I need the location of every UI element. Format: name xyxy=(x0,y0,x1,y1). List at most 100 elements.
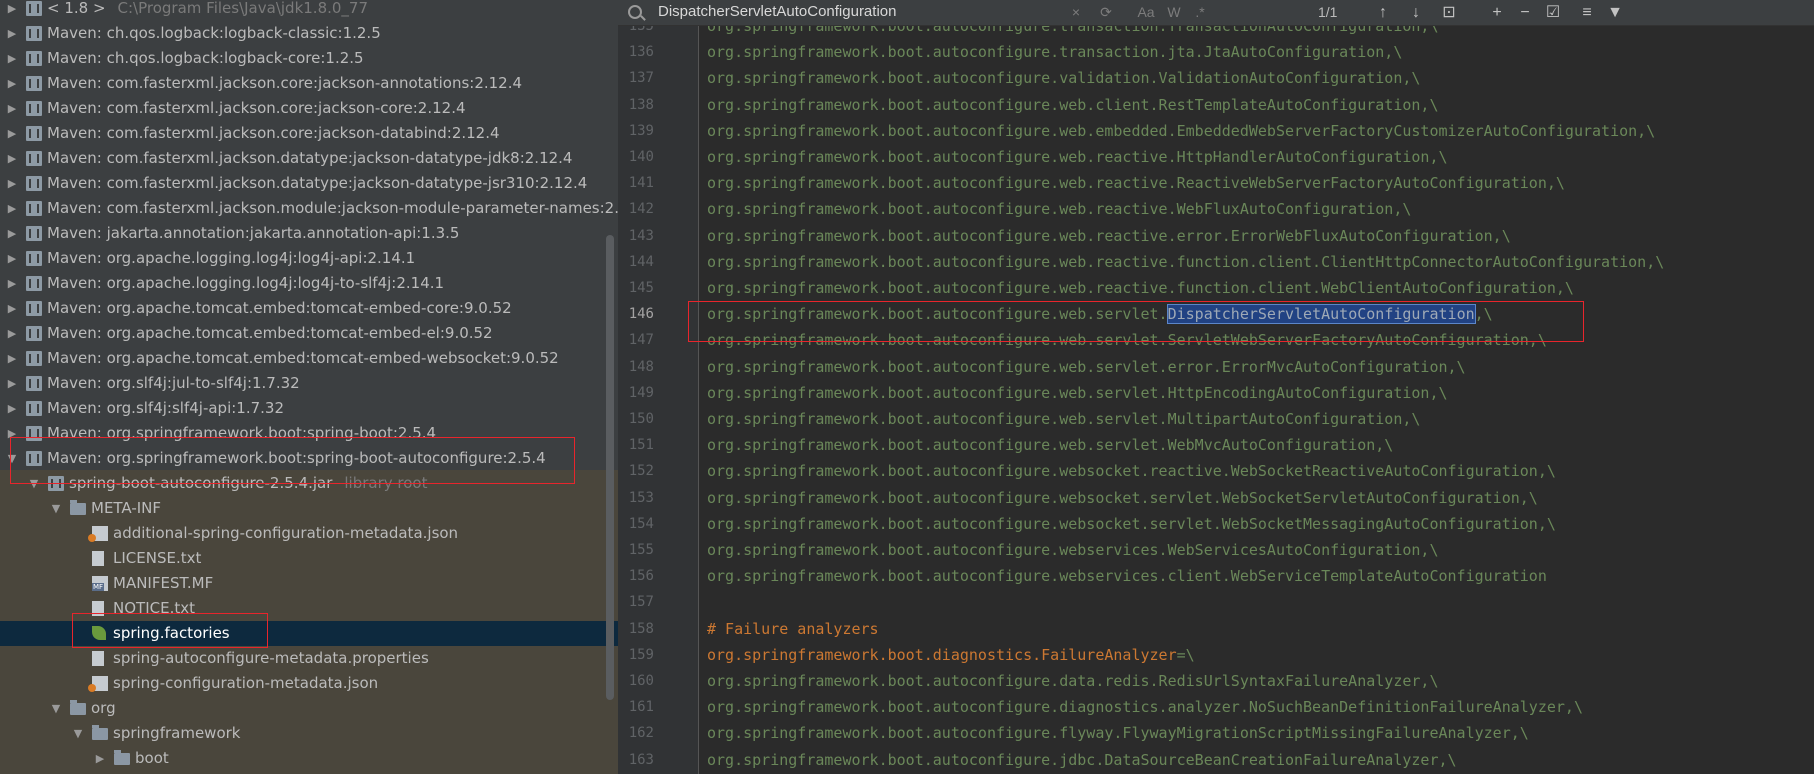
tree-row[interactable]: ▶ < 1.8 > C:\Program Files\Java\jdk1.8.0_7… xyxy=(0,0,618,21)
annotation-box-dispatcher-line xyxy=(688,301,1584,342)
library-icon xyxy=(26,151,42,166)
expand-arrow-right-icon[interactable]: ▶ xyxy=(6,321,18,346)
code-line[interactable]: org.springframework.boot.autoconfigure.f… xyxy=(707,720,1529,746)
expand-arrow-right-icon[interactable]: ▶ xyxy=(6,171,18,196)
tree-row[interactable]: ▼ META-INF xyxy=(0,496,618,521)
code-line[interactable]: org.springframework.boot.autoconfigure.w… xyxy=(707,354,1466,380)
code-line[interactable]: org.springframework.boot.autoconfigure.j… xyxy=(707,747,1457,773)
code-line[interactable]: org.springframework.boot.autoconfigure.w… xyxy=(707,275,1574,301)
expand-arrow-right-icon[interactable]: ▶ xyxy=(6,271,18,296)
expand-arrow-right-icon[interactable]: ▶ xyxy=(6,96,18,121)
code-line[interactable]: org.springframework.boot.autoconfigure.d… xyxy=(707,668,1439,694)
tree-row[interactable]: ▶ Maven: com.fasterxml.jackson.core:jacks… xyxy=(0,121,618,146)
prev-occurrence-icon[interactable]: ↑ xyxy=(1372,0,1394,25)
tree-row[interactable]: ▶ Maven: org.apache.tomcat.embed:tomcat-e… xyxy=(0,346,618,371)
tree-scrollbar[interactable] xyxy=(606,235,614,700)
tree-row[interactable]: ▶ Maven: jakarta.annotation:jakarta.annot… xyxy=(0,221,618,246)
tree-row-label: Maven: com.fasterxml.jackson.module:jack… xyxy=(47,196,618,221)
code-editor[interactable]: 135 136 137 138 139 140 141 142 143 144 145 146 147 1… xyxy=(618,0,1814,774)
add-occurrence-icon[interactable]: + xyxy=(1486,0,1508,25)
code-line[interactable]: org.springframework.boot.autoconfigure.w… xyxy=(707,406,1420,432)
expand-arrow-right-icon[interactable]: ▶ xyxy=(6,396,18,421)
regex-history-icon[interactable]: ⟳ xyxy=(1095,0,1117,25)
tree-row[interactable]: ▼ springframework xyxy=(0,721,618,746)
remove-occurrence-icon[interactable]: − xyxy=(1514,0,1536,25)
tree-row[interactable]: ▶ Maven: org.slf4j:slf4j-api:1.7.32 xyxy=(0,396,618,421)
words-icon[interactable]: W xyxy=(1163,0,1185,25)
code-line[interactable]: org.springframework.boot.diagnostics.Fai… xyxy=(707,642,1195,668)
code-line[interactable]: org.springframework.boot.autoconfigure.w… xyxy=(707,511,1556,537)
code-line[interactable]: org.springframework.boot.autoconfigure.v… xyxy=(707,65,1420,91)
expand-arrow-right-icon[interactable]: ▶ xyxy=(6,371,18,396)
expand-arrow-right-icon[interactable]: ▶ xyxy=(6,71,18,96)
expand-arrow-right-icon[interactable]: ▶ xyxy=(6,221,18,246)
code-line[interactable]: org.springframework.boot.autoconfigure.w… xyxy=(707,144,1448,170)
expand-arrow-right-icon[interactable]: ▶ xyxy=(6,121,18,146)
search-icon[interactable] xyxy=(628,5,642,19)
tree-row[interactable]: ▶ Maven: org.apache.logging.log4j:log4j-t… xyxy=(0,271,618,296)
code-line[interactable]: org.springframework.boot.autoconfigure.w… xyxy=(707,92,1439,118)
tree-row-text: Maven: com.fasterxml.jackson.core:jackso… xyxy=(47,99,466,117)
code-line[interactable]: org.springframework.boot.autoconfigure.w… xyxy=(707,223,1511,249)
manifest-file-icon xyxy=(92,576,108,591)
line-number: 160 xyxy=(628,673,654,689)
regex-icon[interactable]: .* xyxy=(1189,0,1211,25)
tree-row[interactable]: ▶ Maven: org.slf4j:jul-to-slf4j:1.7.32 xyxy=(0,371,618,396)
clear-icon[interactable]: × xyxy=(1065,0,1087,25)
code-line[interactable]: org.springframework.boot.autoconfigure.w… xyxy=(707,485,1538,511)
code-line[interactable]: org.springframework.boot.autoconfigure.w… xyxy=(707,432,1393,458)
expand-arrow-right-icon[interactable]: ▶ xyxy=(6,0,18,21)
expand-arrow-right-icon[interactable]: ▶ xyxy=(6,46,18,71)
tree-row[interactable]: ▶ boot xyxy=(0,746,618,771)
code-line[interactable]: org.springframework.boot.autoconfigure.d… xyxy=(707,694,1583,720)
tree-row[interactable]: ▶ Maven: com.fasterxml.jackson.core:jacks… xyxy=(0,96,618,121)
expand-arrow-down-icon[interactable]: ▼ xyxy=(72,721,84,746)
tree-row[interactable]: ▶ Maven: ch.qos.logback:logback-classic:1… xyxy=(0,21,618,46)
expand-arrow-down-icon[interactable]: ▼ xyxy=(50,496,62,521)
tree-row-text: Maven: com.fasterxml.jackson.core:jackso… xyxy=(47,124,500,142)
toggle-selection-icon[interactable]: ☑ xyxy=(1542,0,1564,25)
match-case-icon[interactable]: Aa xyxy=(1133,0,1159,25)
tree-row[interactable]: ▶ Maven: com.fasterxml.jackson.module:jac… xyxy=(0,196,618,221)
code-line[interactable]: org.springframework.boot.autoconfigure.w… xyxy=(707,170,1565,196)
code-line[interactable]: org.springframework.boot.autoconfigure.w… xyxy=(707,196,1411,222)
tree-row[interactable]: additional-spring-configuration-metadata… xyxy=(0,521,618,546)
tree-row-label: Maven: com.fasterxml.jackson.datatype:ja… xyxy=(47,146,572,171)
code-line[interactable]: # Failure analyzers xyxy=(707,616,879,642)
code-line[interactable]: org.springframework.boot.autoconfigure.t… xyxy=(707,39,1402,65)
line-number: 144 xyxy=(628,253,654,270)
property-value: org.springframework.boot.autoconfigure.w… xyxy=(707,357,1466,376)
tree-row[interactable]: ▶ Maven: com.fasterxml.jackson.core:jacks… xyxy=(0,71,618,96)
select-all-occurrences-icon[interactable]: ⊡ xyxy=(1438,0,1460,25)
code-line[interactable]: org.springframework.boot.autoconfigure.w… xyxy=(707,249,1664,275)
search-input[interactable] xyxy=(658,1,1058,23)
code-line[interactable]: org.springframework.boot.autoconfigure.w… xyxy=(707,537,1439,563)
tree-row[interactable]: ▶ Maven: com.fasterxml.jackson.datatype:j… xyxy=(0,146,618,171)
tree-row[interactable]: ▶ Maven: com.fasterxml.jackson.datatype:j… xyxy=(0,171,618,196)
tree-row[interactable]: ▶ Maven: org.apache.logging.log4j:log4j-a… xyxy=(0,246,618,271)
expand-arrow-down-icon[interactable]: ▼ xyxy=(50,696,62,721)
tree-row[interactable]: spring-configuration-metadata.json xyxy=(0,671,618,696)
tree-row-label: META-INF xyxy=(91,496,161,521)
tree-row[interactable]: LICENSE.txt xyxy=(0,546,618,571)
tree-row[interactable]: spring-autoconfigure-metadata.properties xyxy=(0,646,618,671)
filter-icon[interactable]: ▼ xyxy=(1604,0,1626,25)
tree-row[interactable]: ▶ Maven: ch.qos.logback:logback-core:1.2.… xyxy=(0,46,618,71)
expand-arrow-right-icon[interactable]: ▶ xyxy=(94,746,106,771)
expand-arrow-right-icon[interactable]: ▶ xyxy=(6,296,18,321)
expand-arrow-right-icon[interactable]: ▶ xyxy=(6,246,18,271)
code-line[interactable]: org.springframework.boot.autoconfigure.w… xyxy=(707,118,1655,144)
tree-row[interactable]: ▶ Maven: org.apache.tomcat.embed:tomcat-e… xyxy=(0,296,618,321)
code-line[interactable]: org.springframework.boot.autoconfigure.w… xyxy=(707,458,1556,484)
expand-arrow-right-icon[interactable]: ▶ xyxy=(6,21,18,46)
tree-row[interactable]: ▼ org xyxy=(0,696,618,721)
expand-arrow-right-icon[interactable]: ▶ xyxy=(6,196,18,221)
filter-search-icon[interactable]: ≡ xyxy=(1576,0,1598,25)
next-occurrence-icon[interactable]: ↓ xyxy=(1405,0,1427,25)
tree-row[interactable]: ▶ Maven: org.apache.tomcat.embed:tomcat-e… xyxy=(0,321,618,346)
code-line[interactable]: org.springframework.boot.autoconfigure.w… xyxy=(707,563,1547,589)
tree-row[interactable]: MANIFEST.MF xyxy=(0,571,618,596)
expand-arrow-right-icon[interactable]: ▶ xyxy=(6,346,18,371)
code-line[interactable]: org.springframework.boot.autoconfigure.w… xyxy=(707,380,1448,406)
expand-arrow-right-icon[interactable]: ▶ xyxy=(6,146,18,171)
